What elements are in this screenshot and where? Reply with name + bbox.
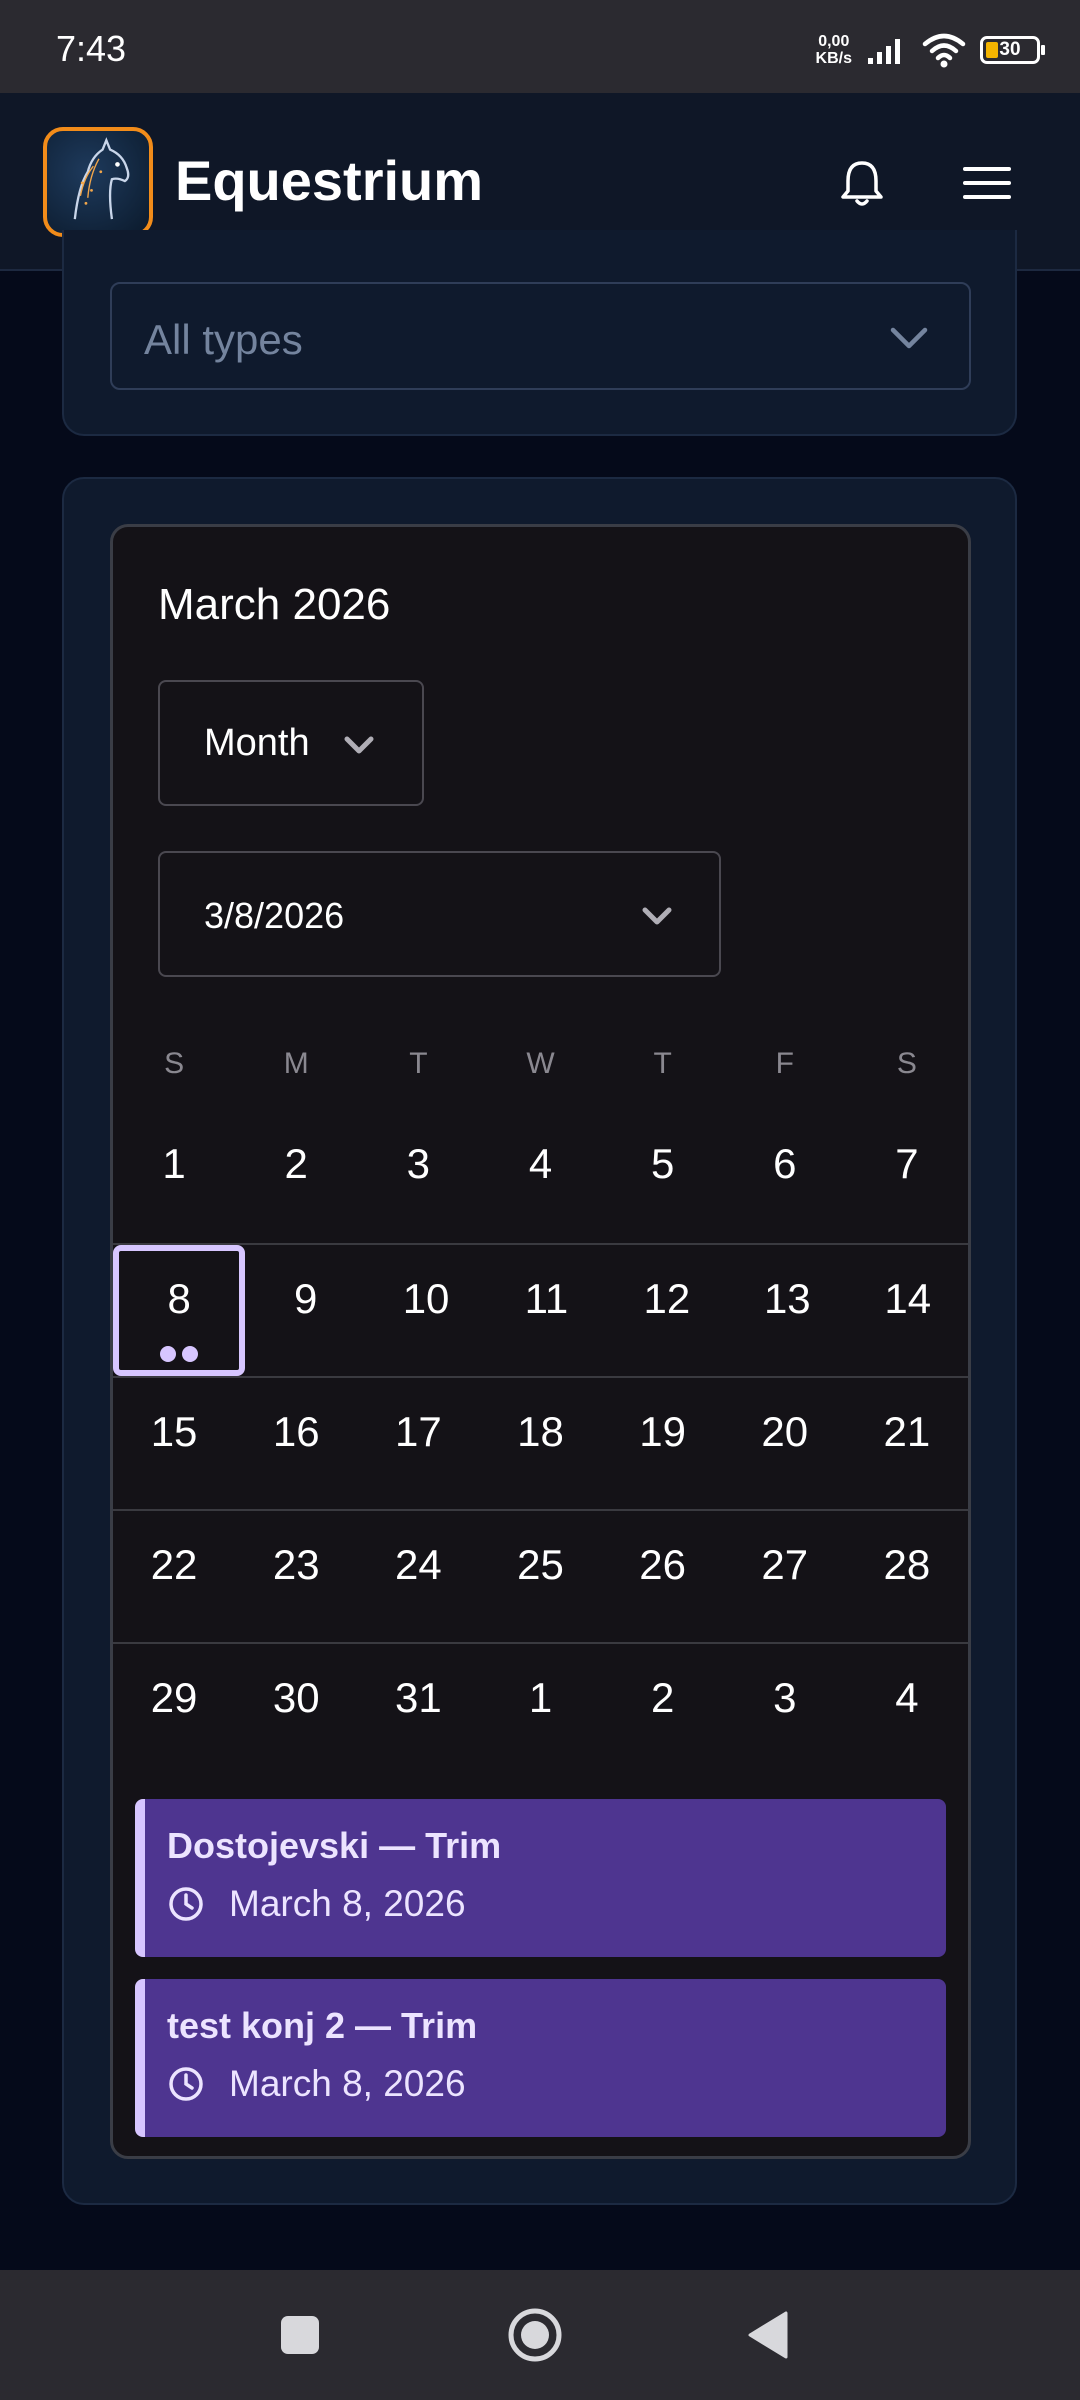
calendar-week: 29 30 31 1 2 3 4 bbox=[113, 1642, 968, 1775]
weekday-label: S bbox=[164, 1047, 185, 1080]
event-indicator-dots bbox=[119, 1346, 239, 1362]
calendar-day[interactable]: 12 bbox=[607, 1245, 727, 1376]
battery-icon: 30 bbox=[980, 36, 1045, 64]
calendar-day[interactable]: 20 bbox=[724, 1378, 846, 1509]
app-logo[interactable] bbox=[43, 127, 153, 237]
weekday-label: T bbox=[653, 1047, 672, 1080]
calendar-day[interactable]: 23 bbox=[235, 1511, 357, 1642]
net-speed-unit: KB/s bbox=[815, 50, 852, 67]
home-button[interactable] bbox=[505, 2305, 565, 2365]
chevron-down-icon bbox=[642, 907, 672, 925]
status-time: 7:43 bbox=[56, 28, 127, 69]
notifications-button[interactable] bbox=[830, 151, 894, 215]
system-nav-bar bbox=[0, 2270, 1080, 2400]
recents-button[interactable] bbox=[270, 2305, 330, 2365]
calendar-day[interactable]: 29 bbox=[113, 1644, 235, 1775]
calendar-day[interactable]: 11 bbox=[486, 1245, 606, 1376]
app-title: Equestrium bbox=[175, 149, 484, 212]
calendar-day[interactable]: 17 bbox=[357, 1378, 479, 1509]
weekday-label: M bbox=[283, 1047, 309, 1080]
calendar-day[interactable]: 5 bbox=[602, 1110, 724, 1243]
calendar-widget: March 2026 Month 3/8/2026 S M T W T F S … bbox=[110, 524, 971, 2159]
weekday-label: W bbox=[526, 1047, 555, 1080]
calendar-day[interactable]: 25 bbox=[479, 1511, 601, 1642]
bell-icon bbox=[841, 161, 883, 206]
calendar-card: March 2026 Month 3/8/2026 S M T W T F S … bbox=[62, 477, 1017, 2205]
weekday-label: T bbox=[409, 1047, 428, 1080]
calendar-day[interactable]: 2 bbox=[602, 1644, 724, 1775]
calendar-day[interactable]: 28 bbox=[846, 1511, 968, 1642]
calendar-day[interactable]: 15 bbox=[113, 1378, 235, 1509]
calendar-day[interactable]: 13 bbox=[727, 1245, 847, 1376]
calendar-day[interactable]: 22 bbox=[113, 1511, 235, 1642]
weekday-label: S bbox=[896, 1047, 917, 1080]
status-bar: 7:43 0,00 KB/s 30 bbox=[0, 0, 1080, 93]
calendar-day[interactable]: 31 bbox=[357, 1644, 479, 1775]
event-date: March 8, 2026 bbox=[229, 1883, 466, 1924]
battery-level: 30 bbox=[999, 39, 1021, 60]
calendar-day[interactable]: 4 bbox=[479, 1110, 601, 1243]
calendar-day[interactable]: 18 bbox=[479, 1378, 601, 1509]
event-title: test konj 2 — Trim bbox=[167, 2005, 478, 2046]
calendar-day[interactable]: 16 bbox=[235, 1378, 357, 1509]
calendar-week: 15 16 17 18 19 20 21 bbox=[113, 1376, 968, 1509]
calendar-day[interactable]: 10 bbox=[366, 1245, 486, 1376]
calendar-day[interactable]: 24 bbox=[357, 1511, 479, 1642]
calendar-day[interactable]: 2 bbox=[235, 1110, 357, 1243]
back-button[interactable] bbox=[740, 2305, 800, 2365]
net-speed: 0,00 KB/s bbox=[816, 33, 852, 67]
calendar-day[interactable]: 6 bbox=[724, 1110, 846, 1243]
view-mode-value: Month bbox=[204, 722, 310, 764]
filter-card: All types bbox=[62, 230, 1017, 436]
back-triangle-icon bbox=[748, 2311, 788, 2359]
event-date: March 8, 2026 bbox=[229, 2063, 466, 2104]
event-dot bbox=[160, 1346, 177, 1362]
calendar-day[interactable]: 3 bbox=[357, 1110, 479, 1243]
calendar-grid: 1 2 3 4 5 6 7 8 9 10 11 12 13 14 15 16 1… bbox=[113, 1110, 968, 1775]
weekday-header: S M T W T F S bbox=[113, 1047, 968, 1087]
calendar-day[interactable]: 3 bbox=[724, 1644, 846, 1775]
calendar-week: 22 23 24 25 26 27 28 bbox=[113, 1509, 968, 1642]
type-filter-value: All types bbox=[144, 316, 303, 363]
calendar-week: 1 2 3 4 5 6 7 bbox=[113, 1110, 968, 1243]
menu-button[interactable] bbox=[955, 151, 1019, 215]
calendar-title: March 2026 bbox=[158, 580, 391, 629]
date-picker-select[interactable]: 3/8/2026 bbox=[158, 851, 721, 977]
status-icons: 0,00 KB/s 30 bbox=[816, 30, 1045, 70]
clock-icon bbox=[169, 2067, 203, 2101]
calendar-day[interactable]: 30 bbox=[235, 1644, 357, 1775]
view-mode-select[interactable]: Month bbox=[158, 680, 424, 806]
calendar-day[interactable]: 21 bbox=[846, 1378, 968, 1509]
event-title: Dostojevski — Trim bbox=[167, 1825, 502, 1866]
type-filter-select[interactable]: All types bbox=[110, 282, 971, 390]
signal-icon bbox=[868, 39, 900, 64]
calendar-day[interactable]: 1 bbox=[113, 1110, 235, 1243]
clock-icon bbox=[169, 1887, 203, 1921]
chevron-down-icon bbox=[890, 327, 928, 349]
event-item[interactable]: test konj 2 — Trim March 8, 2026 bbox=[135, 1979, 946, 2137]
calendar-day[interactable]: 9 bbox=[245, 1245, 365, 1376]
date-picker-value: 3/8/2026 bbox=[204, 895, 345, 936]
calendar-day[interactable]: 7 bbox=[846, 1110, 968, 1243]
wifi-icon bbox=[922, 33, 966, 68]
calendar-day[interactable]: 19 bbox=[602, 1378, 724, 1509]
square-icon bbox=[281, 2316, 319, 2354]
net-speed-value: 0,00 bbox=[818, 33, 850, 50]
calendar-day[interactable]: 1 bbox=[479, 1644, 601, 1775]
calendar-day[interactable]: 14 bbox=[848, 1245, 968, 1376]
calendar-week: 8 9 10 11 12 13 14 bbox=[113, 1243, 968, 1376]
calendar-day[interactable]: 4 bbox=[846, 1644, 968, 1775]
home-circle-icon bbox=[508, 2308, 562, 2362]
event-dot bbox=[182, 1346, 199, 1362]
horse-logo-icon bbox=[73, 137, 130, 220]
calendar-day[interactable]: 26 bbox=[602, 1511, 724, 1642]
hamburger-icon bbox=[963, 167, 1011, 199]
chevron-down-icon bbox=[344, 736, 374, 754]
weekday-label: F bbox=[775, 1047, 794, 1080]
calendar-day[interactable]: 27 bbox=[724, 1511, 846, 1642]
calendar-day-selected[interactable]: 8 bbox=[113, 1245, 246, 1376]
event-item[interactable]: Dostojevski — Trim March 8, 2026 bbox=[135, 1799, 946, 1957]
